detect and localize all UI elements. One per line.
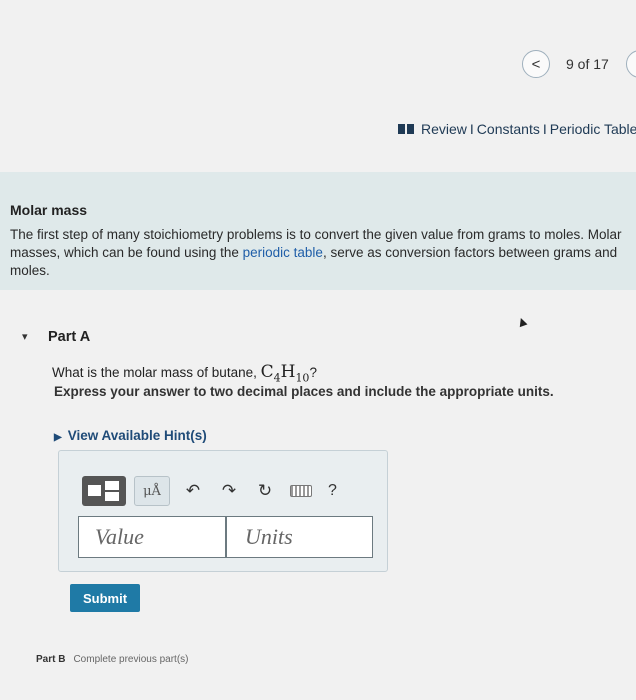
pagination: < 9 of 17	[522, 50, 609, 78]
units-input[interactable]: Units	[226, 516, 373, 558]
part-a-title[interactable]: Part A	[48, 329, 90, 345]
formula-carbon: C	[260, 362, 274, 382]
keyboard-shortcuts-button[interactable]	[288, 476, 314, 506]
hints-label: View Available Hint(s)	[67, 428, 207, 443]
undo-icon[interactable]: ↶	[180, 476, 206, 506]
formula-hydrogen-count: 10	[295, 371, 310, 385]
chevron-left-icon: <	[531, 55, 541, 73]
help-button[interactable]: ?	[328, 482, 337, 500]
part-b-header: Part B Complete previous part(s)	[36, 654, 189, 665]
item-position: 9 of 17	[566, 56, 609, 72]
value-input[interactable]: Value	[78, 516, 226, 558]
answer-toolbar: μÅ ↶ ↷ ↻ ?	[82, 476, 337, 506]
template-square-icon	[88, 485, 101, 496]
book-icon	[398, 124, 414, 134]
part-a-collapse-icon[interactable]: ▾	[22, 330, 28, 343]
template-fraction-icon	[105, 481, 119, 501]
intro-title: Molar mass	[10, 202, 88, 218]
resource-links: Review I Constants I Periodic Table	[398, 121, 636, 137]
previous-item-button[interactable]: <	[522, 50, 550, 78]
submit-button[interactable]: Submit	[70, 584, 140, 612]
redo-icon[interactable]: ↷	[216, 476, 242, 506]
intro-text: The first step of many stoichiometry pro…	[10, 226, 635, 280]
question-text: What is the molar mass of butane, C4H10?	[52, 362, 317, 384]
review-link[interactable]: Review	[421, 121, 467, 137]
periodic-table-link[interactable]: Periodic Table	[550, 121, 636, 137]
question-suffix: ?	[309, 365, 317, 380]
view-hints-link[interactable]: ▶ View Available Hint(s)	[54, 428, 207, 443]
templates-button[interactable]	[82, 476, 126, 506]
next-item-button[interactable]	[626, 50, 636, 78]
mouse-cursor-icon: ▲	[512, 311, 532, 331]
part-b-status: Complete previous part(s)	[73, 654, 189, 665]
intro-panel: Molar mass The first step of many stoich…	[0, 172, 636, 290]
keyboard-icon	[290, 485, 312, 497]
question-prefix: What is the molar mass of butane,	[52, 365, 261, 380]
formula-hydrogen: H	[280, 362, 296, 382]
periodic-table-inline-link[interactable]: periodic table	[243, 245, 323, 260]
answer-instruction: Express your answer to two decimal place…	[54, 384, 554, 399]
part-b-title: Part B	[36, 654, 66, 665]
formula-carbon-count: 4	[273, 371, 281, 385]
expand-arrow-icon: ▶	[54, 432, 62, 443]
reset-icon[interactable]: ↻	[252, 476, 278, 506]
constants-link[interactable]: Constants	[477, 121, 540, 137]
butane-formula: C4H10	[260, 362, 310, 385]
units-button[interactable]: μÅ	[134, 476, 170, 506]
link-separator: I	[469, 121, 474, 137]
link-separator: I	[542, 121, 547, 137]
